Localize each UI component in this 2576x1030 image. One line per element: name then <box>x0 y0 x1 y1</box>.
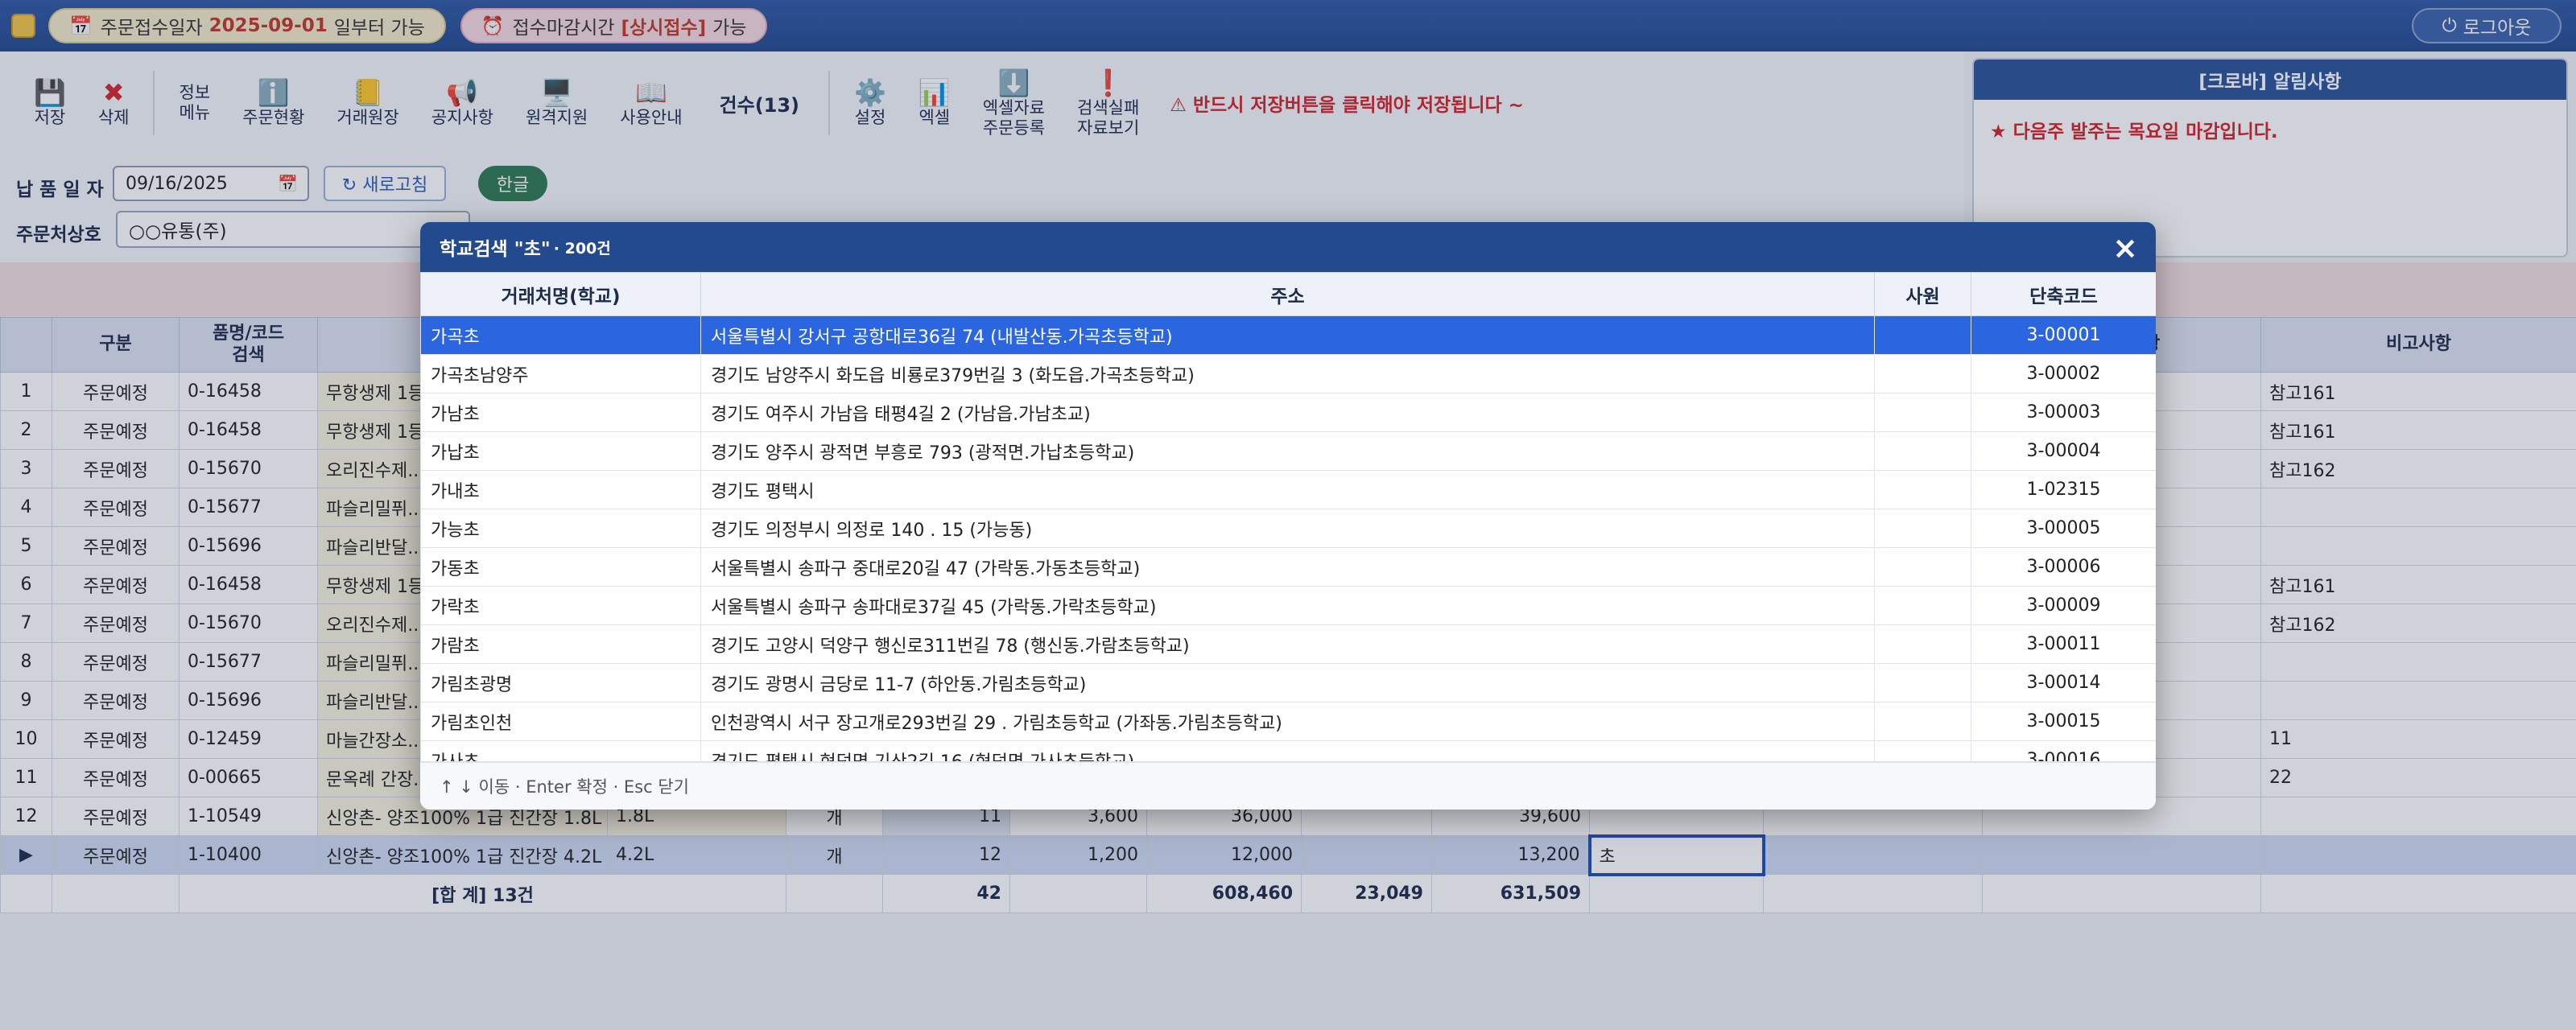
school-code: 3-00002 <box>1971 354 2156 393</box>
results-header-row: 거래처명(학교) 주소 사원 단축코드 <box>420 272 2156 316</box>
school-name: 가능초 <box>420 509 701 548</box>
school-staff <box>1874 431 1971 471</box>
school-code: 3-00015 <box>1971 702 2156 741</box>
school-staff <box>1874 740 1971 761</box>
school-staff <box>1874 702 1971 741</box>
school-code: 3-00014 <box>1971 663 2156 702</box>
school-address: 인천광역시 서구 장고개로293번길 29 . 가림초등학교 (가좌동.가림초등… <box>700 702 1875 741</box>
school-name: 가곡초 <box>420 315 701 355</box>
school-address: 경기도 양주시 광적면 부흥로 793 (광적면.가납초등학교) <box>700 431 1875 471</box>
dialog-header: 학교검색 "초" · 200건 <box>420 222 2156 272</box>
school-results-table: 거래처명(학교) 주소 사원 단축코드 가곡초 서울특별시 강서구 공항대로36길… <box>420 272 2156 761</box>
school-address: 서울특별시 송파구 송파대로37길 45 (가락동.가락초등학교) <box>700 586 1875 625</box>
close-icon[interactable]: × <box>2112 230 2138 266</box>
school-code: 3-00011 <box>1971 624 2156 664</box>
school-staff <box>1874 354 1971 393</box>
school-address: 서울특별시 송파구 중대로20길 47 (가락동.가동초등학교) <box>700 547 1875 587</box>
school-name: 가람초 <box>420 624 701 664</box>
school-result-row[interactable]: 가내초 경기도 평택시 1-02315 <box>420 470 2156 509</box>
school-result-row[interactable]: 가림초광명 경기도 광명시 금당로 11-7 (하안동.가림초등학교) 3-0001… <box>420 663 2156 702</box>
school-staff <box>1874 547 1971 587</box>
results-header-address: 주소 <box>700 272 1875 316</box>
school-staff <box>1874 393 1971 432</box>
dialog-title: 학교검색 "초" <box>440 239 551 260</box>
school-name: 가납초 <box>420 431 701 471</box>
school-name: 가림초광명 <box>420 663 701 702</box>
school-code: 3-00005 <box>1971 509 2156 548</box>
school-code: 1-02315 <box>1971 470 2156 509</box>
school-name: 가사초 <box>420 740 701 761</box>
school-result-row[interactable]: 가곡초남양주 경기도 남양주시 화도읍 비룡로379번길 3 (화도읍.가곡초등학… <box>420 354 2156 393</box>
school-staff <box>1874 509 1971 548</box>
school-result-row[interactable]: 가사초경기도 평택시 현덕면 기산2길 16 (현덕면.가사초등학교) 3-000… <box>420 740 2156 761</box>
school-name: 가남초 <box>420 393 701 432</box>
school-name: 가내초 <box>420 470 701 509</box>
school-code: 3-00004 <box>1971 431 2156 471</box>
school-results-list[interactable]: 거래처명(학교) 주소 사원 단축코드 가곡초 서울특별시 강서구 공항대로36길… <box>420 272 2156 761</box>
results-header-code: 단축코드 <box>1971 272 2156 316</box>
dialog-keyboard-hint: ↑ ↓ 이동 · Enter 확정 · Esc 닫기 <box>420 761 2156 810</box>
school-code: 3-00016 <box>1971 740 2156 761</box>
school-name: 가동초 <box>420 547 701 587</box>
school-address: 서울특별시 강서구 공항대로36길 74 (내발산동.가곡초등학교) <box>700 315 1875 355</box>
results-header-name: 거래처명(학교) <box>420 272 701 316</box>
school-address: 경기도 평택시 <box>700 470 1875 509</box>
school-code: 3-00001 <box>1971 315 2156 355</box>
school-staff <box>1874 663 1971 702</box>
school-name: 가곡초남양주 <box>420 354 701 393</box>
school-staff <box>1874 470 1971 509</box>
school-staff <box>1874 315 1971 355</box>
school-result-row[interactable]: 가동초 서울특별시 송파구 중대로20길 47 (가락동.가동초등학교) 3-000… <box>420 547 2156 587</box>
dialog-result-count: · 200건 <box>553 239 611 258</box>
school-result-row[interactable]: 가납초 경기도 양주시 광적면 부흥로 793 (광적면.가납초등학교) 3-000… <box>420 431 2156 471</box>
school-staff <box>1874 586 1971 625</box>
school-name: 가락초 <box>420 586 701 625</box>
school-result-row-active[interactable]: 가곡초 서울특별시 강서구 공항대로36길 74 (내발산동.가곡초등학교) 3-0… <box>420 315 2156 355</box>
school-address: 경기도 고양시 덕양구 행신로311번길 78 (행신동.가람초등학교) <box>700 624 1875 664</box>
school-name: 가림초인천 <box>420 702 701 741</box>
school-result-row[interactable]: 가능초 경기도 의정부시 의정로 140 . 15 (가능동) 3-00005 <box>420 509 2156 548</box>
school-address: 경기도 남양주시 화도읍 비룡로379번길 3 (화도읍.가곡초등학교) <box>700 354 1875 393</box>
school-search-dialog: 학교검색 "초" · 200건 × 거래처명(학교) 주소 사원 단축코드 가곡… <box>420 222 2156 810</box>
school-code: 3-00003 <box>1971 393 2156 432</box>
school-address: 경기도 의정부시 의정로 140 . 15 (가능동) <box>700 509 1875 548</box>
school-address: 경기도 광명시 금당로 11-7 (하안동.가림초등학교) <box>700 663 1875 702</box>
school-address: 경기도 여주시 가남읍 태평4길 2 (가남읍.가남초교) <box>700 393 1875 432</box>
school-result-row[interactable]: 가람초 경기도 고양시 덕양구 행신로311번길 78 (행신동.가람초등학교) 3… <box>420 624 2156 664</box>
results-header-staff: 사원 <box>1874 272 1971 316</box>
school-code: 3-00009 <box>1971 586 2156 625</box>
school-code: 3-00006 <box>1971 547 2156 587</box>
school-result-row[interactable]: 가림초인천 인천광역시 서구 장고개로293번길 29 . 가림초등학교 (가좌동… <box>420 702 2156 741</box>
school-result-row[interactable]: 가남초 경기도 여주시 가남읍 태평4길 2 (가남읍.가남초교) 3-00003 <box>420 393 2156 432</box>
school-staff <box>1874 624 1971 664</box>
school-address: 경기도 평택시 현덕면 기산2길 16 (현덕면.가사초등학교) <box>700 740 1875 761</box>
school-result-row[interactable]: 가락초 서울특별시 송파구 송파대로37길 45 (가락동.가락초등학교) 3-00… <box>420 586 2156 625</box>
